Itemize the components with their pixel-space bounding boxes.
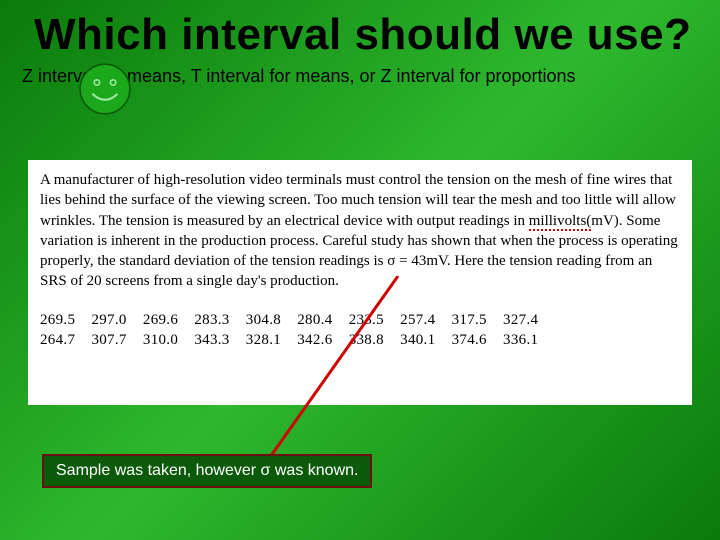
spellcheck-word: millivolts(	[529, 213, 592, 231]
answer-caption: Sample was taken, however σ was known.	[42, 454, 372, 488]
smiley-face-icon	[78, 62, 132, 116]
data-row: 264.7 307.7 310.0 343.3 328.1 342.6 338.…	[40, 330, 680, 350]
data-row: 269.5 297.0 269.6 283.3 304.8 280.4 233.…	[40, 310, 680, 330]
problem-text-block: A manufacturer of high-resolution video …	[28, 160, 692, 405]
slide-title: Which interval should we use?	[0, 0, 720, 58]
